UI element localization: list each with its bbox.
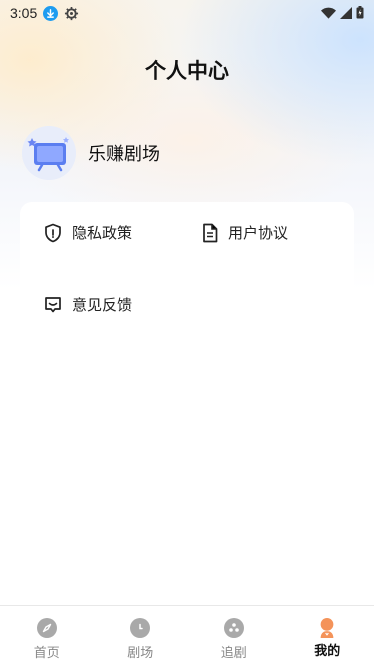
- tv-avatar-icon: [22, 126, 76, 180]
- feedback-icon: [45, 296, 61, 312]
- tab-theater-label: 剧场: [127, 646, 154, 661]
- tab-mine-label: 我的: [314, 644, 341, 659]
- privacy-policy-item[interactable]: 隐私政策: [44, 222, 132, 243]
- page-title: 个人中心: [145, 59, 229, 83]
- shield-icon: [45, 223, 61, 242]
- compass-icon: [36, 618, 57, 638]
- user-icon: [318, 618, 336, 638]
- status-time: 3:05: [10, 5, 38, 21]
- film-reel-icon: [223, 618, 244, 638]
- feedback-item[interactable]: 意见反馈: [44, 294, 132, 315]
- user-agreement-item[interactable]: 用户协议: [202, 222, 288, 243]
- user-agreement-label: 用户协议: [228, 224, 289, 242]
- document-icon: [203, 223, 218, 242]
- wifi-icon: [321, 4, 336, 23]
- privacy-policy-label: 隐私政策: [72, 224, 133, 242]
- profile-section[interactable]: 乐赚剧场: [22, 126, 160, 180]
- feedback-label: 意见反馈: [72, 296, 133, 314]
- tab-home[interactable]: 首页: [0, 606, 94, 665]
- avatar[interactable]: [22, 126, 76, 180]
- battery-icon: [356, 4, 364, 23]
- tab-theater[interactable]: 剧场: [94, 606, 188, 665]
- tab-following[interactable]: 追剧: [187, 606, 281, 665]
- menu-card: 隐私政策 用户协议 意见反馈: [20, 202, 354, 342]
- tab-home-label: 首页: [33, 646, 60, 661]
- signal-icon: [340, 4, 352, 23]
- tab-mine[interactable]: 我的: [281, 606, 374, 665]
- tab-following-label: 追剧: [220, 646, 247, 661]
- clock-icon: [130, 618, 151, 638]
- settings-gear-icon: [64, 6, 79, 21]
- bottom-tab-bar: 首页 剧场 追剧 我的: [0, 605, 374, 665]
- status-bar: 3:05: [0, 0, 374, 26]
- download-icon: [43, 5, 59, 21]
- profile-name: 乐赚剧场: [88, 144, 160, 165]
